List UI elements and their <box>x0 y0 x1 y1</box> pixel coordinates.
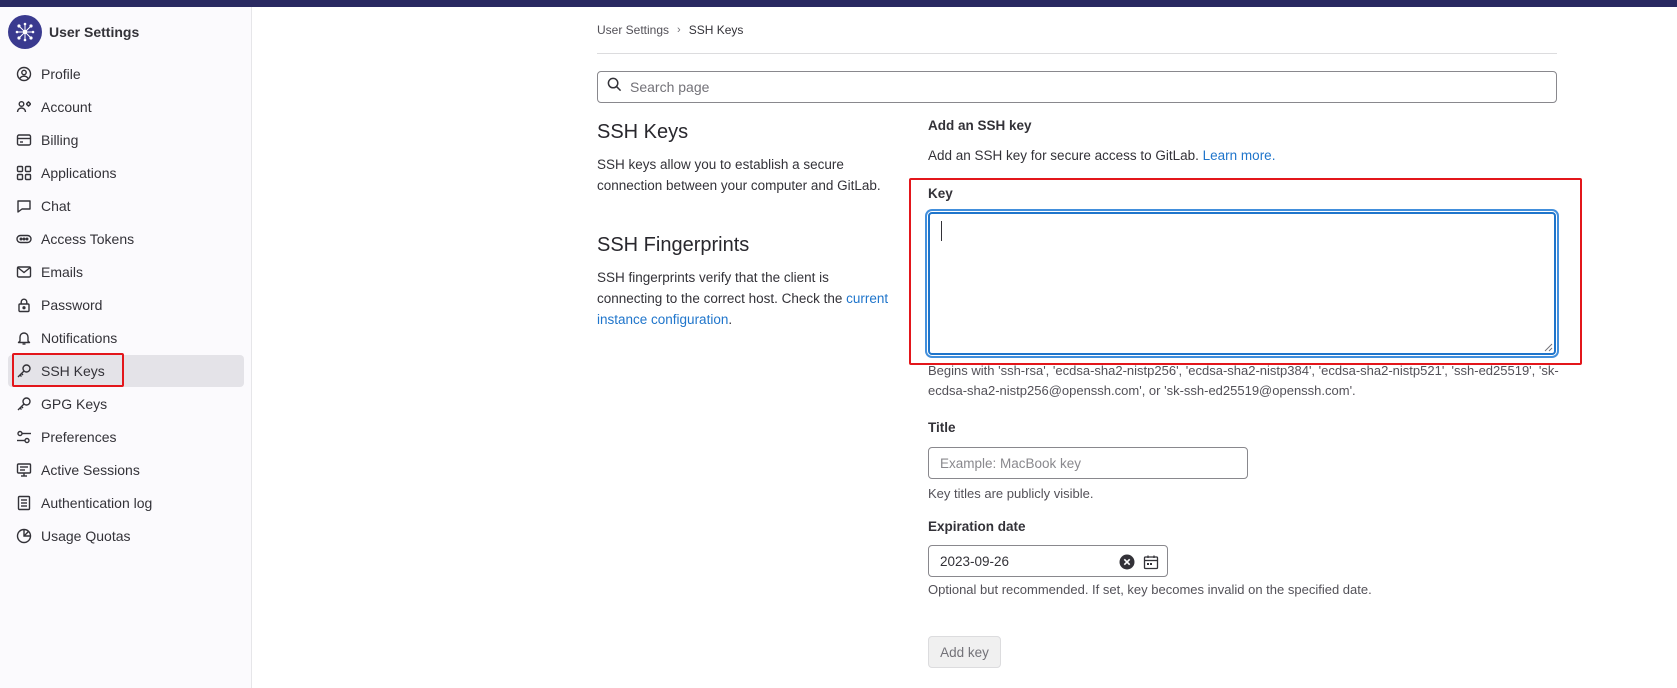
clear-icon[interactable] <box>1119 554 1135 570</box>
mail-icon <box>16 264 32 280</box>
key-icon <box>16 396 32 412</box>
sidebar-item-notifications[interactable]: Notifications <box>8 322 244 354</box>
search-placeholder: Search page <box>630 79 710 95</box>
account-icon <box>16 99 32 115</box>
search-icon <box>607 77 622 97</box>
sidebar-item-password[interactable]: Password <box>8 289 244 321</box>
highlight-box-ssh-keys <box>12 353 124 387</box>
calendar-icon[interactable] <box>1143 554 1159 570</box>
form-intro-text: Add an SSH key for secure access to GitL… <box>928 148 1199 163</box>
sidebar-item-account[interactable]: Account <box>8 91 244 123</box>
billing-icon <box>16 132 32 148</box>
sidebar-item-label: Active Sessions <box>41 462 140 478</box>
sidebar-item-gpg-keys[interactable]: GPG Keys <box>8 388 244 420</box>
sidebar-item-label: Preferences <box>41 429 117 445</box>
sidebar-item-usage-quotas[interactable]: Usage Quotas <box>8 520 244 552</box>
gitlab-logo-icon[interactable] <box>8 15 42 49</box>
title-label: Title <box>928 420 956 435</box>
form-heading: Add an SSH key <box>928 118 1032 133</box>
title-placeholder: Example: MacBook key <box>940 455 1082 471</box>
sidebar-title: User Settings <box>49 24 140 40</box>
settings-nav: Profile Account Billing Applications Cha… <box>8 58 244 553</box>
sidebar-item-emails[interactable]: Emails <box>8 256 244 288</box>
sidebar-item-authentication-log[interactable]: Authentication log <box>8 487 244 519</box>
search-input[interactable]: Search page <box>597 71 1557 103</box>
chat-icon <box>16 198 32 214</box>
profile-icon <box>16 66 32 82</box>
section-title-ssh-keys: SSH Keys <box>597 121 689 143</box>
sidebar-item-label: Emails <box>41 264 84 280</box>
bell-icon <box>16 330 32 346</box>
key-help-text: Begins with 'ssh-rsa', 'ecdsa-sha2-nistp… <box>928 363 1559 398</box>
fingerprints-text: SSH fingerprints verify that the client … <box>597 270 843 306</box>
sidebar-item-chat[interactable]: Chat <box>8 190 244 222</box>
add-key-button[interactable]: Add key <box>928 636 1001 668</box>
sidebar-item-active-sessions[interactable]: Active Sessions <box>8 454 244 486</box>
divider <box>597 53 1557 54</box>
sidebar-item-label: Usage Quotas <box>41 528 131 544</box>
section-title-ssh-fingerprints: SSH Fingerprints <box>597 234 750 256</box>
expiration-label: Expiration date <box>928 519 1026 534</box>
chevron-right-icon: › <box>677 24 681 36</box>
lock-icon <box>16 297 32 313</box>
expiration-help-text: Optional but recommended. If set, key be… <box>928 582 1372 597</box>
form-intro: Add an SSH key for secure access to GitL… <box>928 148 1275 163</box>
learn-more-link[interactable]: Learn more. <box>1203 148 1276 163</box>
sidebar-item-billing[interactable]: Billing <box>8 124 244 156</box>
sidebar-item-preferences[interactable]: Preferences <box>8 421 244 453</box>
sidebar-item-label: Notifications <box>41 330 118 346</box>
applications-icon <box>16 165 32 181</box>
sidebar-header[interactable]: User Settings <box>8 15 248 49</box>
sidebar-item-label: Password <box>41 297 103 313</box>
sidebar-item-label: GPG Keys <box>41 396 108 412</box>
top-bar <box>0 0 1677 7</box>
sidebar-item-access-tokens[interactable]: Access Tokens <box>8 223 244 255</box>
title-help-text: Key titles are publicly visible. <box>928 486 1094 501</box>
section-description-ssh-keys: SSH keys allow you to establish a secure… <box>597 157 881 193</box>
log-icon <box>16 495 32 511</box>
token-icon <box>16 231 32 247</box>
sidebar-item-label: Profile <box>41 66 81 82</box>
expiration-value: 2023-09-26 <box>940 553 1010 569</box>
monitor-icon <box>16 462 32 478</box>
quota-icon <box>16 528 32 544</box>
sidebar: User Settings Profile Account Billing Ap… <box>0 7 252 688</box>
sidebar-item-applications[interactable]: Applications <box>8 157 244 189</box>
sidebar-item-label: Applications <box>41 165 117 181</box>
breadcrumb-parent-link[interactable]: User Settings <box>597 23 669 37</box>
highlight-box-key <box>909 178 1582 365</box>
breadcrumb-current[interactable]: SSH Keys <box>689 23 744 37</box>
sidebar-item-profile[interactable]: Profile <box>8 58 244 90</box>
expiration-date-input[interactable]: 2023-09-26 <box>928 545 1168 577</box>
preferences-icon <box>16 429 32 445</box>
sidebar-item-label: Chat <box>41 198 71 214</box>
section-description-ssh-fingerprints: SSH fingerprints verify that the client … <box>597 267 897 330</box>
breadcrumb: User Settings › SSH Keys <box>597 23 743 37</box>
fingerprints-suffix: . <box>728 312 733 327</box>
sidebar-item-label: Access Tokens <box>41 231 135 247</box>
sidebar-item-label: Authentication log <box>41 495 153 511</box>
sidebar-item-label: Account <box>41 99 92 115</box>
sidebar-item-label: Billing <box>41 132 79 148</box>
title-input[interactable]: Example: MacBook key <box>928 447 1248 479</box>
